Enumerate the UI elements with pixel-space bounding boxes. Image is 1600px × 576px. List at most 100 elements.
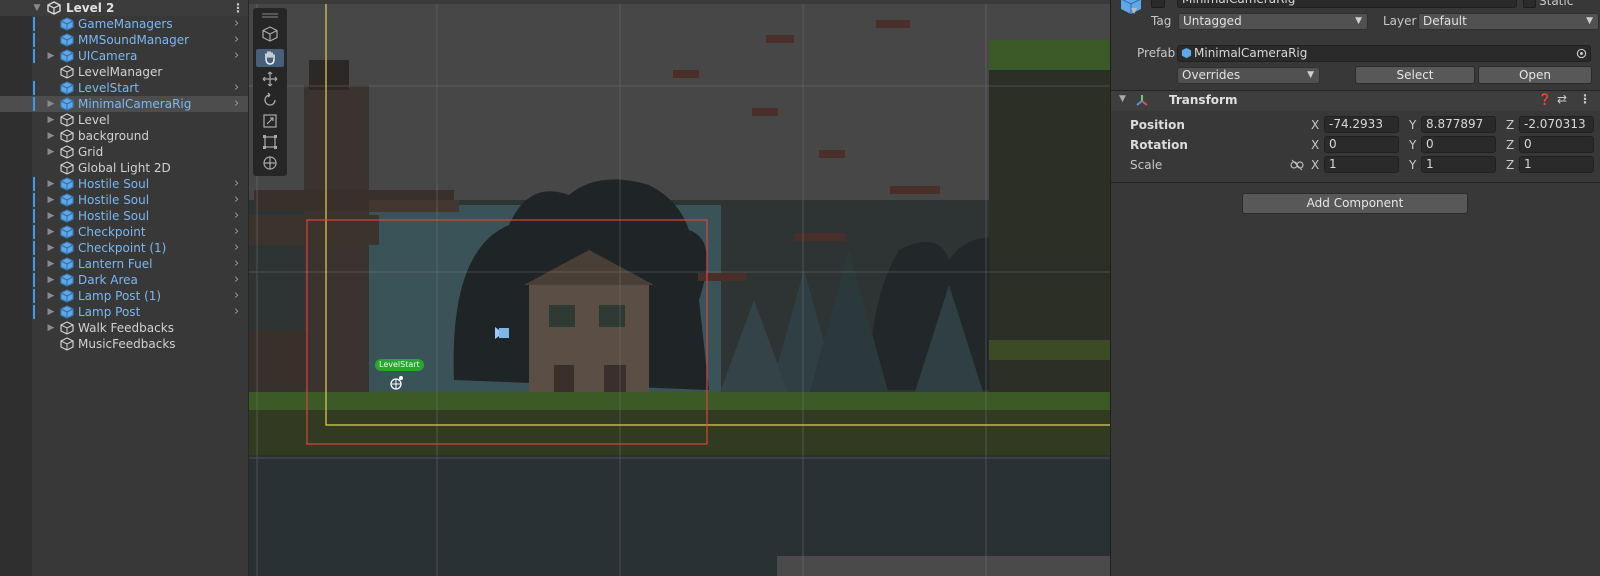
layer-dropdown[interactable]: Default ▼ (1418, 13, 1599, 30)
hierarchy-item[interactable]: ▶ Dark Area › (0, 272, 248, 288)
active-checkbox[interactable] (1151, 0, 1165, 8)
hierarchy-item[interactable]: MMSoundManager › (0, 32, 248, 48)
toolbar-grip-icon[interactable] (256, 12, 284, 20)
overrides-dropdown[interactable]: Overrides ▼ (1177, 67, 1320, 84)
rotation-y-label[interactable]: Y (1409, 138, 1416, 152)
open-prefab-chevron-icon[interactable]: › (234, 208, 246, 224)
scene-view[interactable]: LevelStart (249, 0, 1110, 576)
preset-icon[interactable]: ⇄ (1557, 92, 1567, 106)
rect-tool-icon[interactable] (256, 133, 284, 151)
transform-header[interactable]: ▼ Transform ❓ ⇄ ⋮ (1111, 91, 1600, 111)
open-prefab-chevron-icon[interactable]: › (234, 16, 246, 32)
select-prefab-button[interactable]: Select (1355, 66, 1475, 84)
help-icon[interactable]: ❓ (1538, 93, 1552, 106)
hierarchy-item[interactable]: ▶ Walk Feedbacks (0, 320, 248, 336)
position-y-label[interactable]: Y (1409, 118, 1416, 132)
scene-fold-arrow[interactable]: ▼ (32, 0, 42, 16)
scale-y-field[interactable]: 1 (1421, 156, 1496, 173)
hierarchy-item[interactable]: ▶ Hostile Soul › (0, 208, 248, 224)
scale-y-label[interactable]: Y (1409, 158, 1416, 172)
object-name-field[interactable]: MinimalCameraRig (1177, 0, 1517, 8)
hierarchy-item[interactable]: ▶ Lamp Post › (0, 304, 248, 320)
hierarchy-item[interactable]: ▶ Lantern Fuel › (0, 256, 248, 272)
scene-canvas[interactable] (249, 0, 1110, 576)
position-z-label[interactable]: Z (1506, 118, 1514, 132)
position-x-field[interactable]: -74.2933 (1324, 116, 1399, 133)
open-prefab-button[interactable]: Open (1478, 66, 1592, 84)
levelstart-gizmo-icon[interactable] (389, 375, 405, 391)
fold-arrow-icon[interactable]: ▶ (46, 304, 56, 320)
transform-fold-arrow[interactable]: ▼ (1119, 94, 1126, 104)
add-component-button[interactable]: Add Component (1242, 193, 1468, 214)
prefab-asset-field[interactable]: MinimalCameraRig (1177, 45, 1591, 62)
hierarchy-item[interactable]: ▶ background (0, 128, 248, 144)
constrain-proportions-link-icon[interactable] (1290, 159, 1304, 171)
fold-arrow-icon[interactable]: ▶ (46, 112, 56, 128)
hierarchy-item[interactable]: GameManagers › (0, 16, 248, 32)
view-tool-cube-icon[interactable] (256, 25, 284, 43)
fold-arrow-icon[interactable]: ▶ (46, 240, 56, 256)
object-picker-icon[interactable] (1576, 48, 1587, 59)
fold-arrow-icon[interactable]: ▶ (46, 224, 56, 240)
tag-dropdown[interactable]: Untagged ▼ (1178, 13, 1368, 30)
hierarchy-item[interactable]: ▶ MinimalCameraRig › (0, 96, 248, 112)
fold-arrow-icon[interactable]: ▶ (46, 288, 56, 304)
open-prefab-chevron-icon[interactable]: › (234, 32, 246, 48)
open-prefab-chevron-icon[interactable]: › (234, 304, 246, 320)
open-prefab-chevron-icon[interactable]: › (234, 96, 246, 112)
hierarchy-item[interactable]: ▶ UICamera › (0, 48, 248, 64)
static-checkbox[interactable] (1523, 0, 1536, 8)
hierarchy-item[interactable]: MusicFeedbacks (0, 336, 248, 352)
levelstart-gizmo-label[interactable]: LevelStart (375, 359, 424, 371)
open-prefab-chevron-icon[interactable]: › (234, 192, 246, 208)
open-prefab-chevron-icon[interactable]: › (234, 176, 246, 192)
open-prefab-chevron-icon[interactable]: › (234, 48, 246, 64)
hierarchy-item[interactable]: ▶ Hostile Soul › (0, 176, 248, 192)
transform-tool-icon[interactable] (256, 154, 284, 172)
scale-tool-icon[interactable] (256, 112, 284, 130)
open-prefab-chevron-icon[interactable]: › (234, 224, 246, 240)
open-prefab-chevron-icon[interactable]: › (234, 288, 246, 304)
move-tool-icon[interactable] (256, 70, 284, 88)
open-prefab-chevron-icon[interactable]: › (234, 240, 246, 256)
rotation-z-field[interactable]: 0 (1519, 136, 1594, 153)
position-x-label[interactable]: X (1311, 118, 1319, 132)
position-z-field[interactable]: -2.070313 (1519, 116, 1594, 133)
hierarchy-item[interactable]: ▶ Checkpoint › (0, 224, 248, 240)
fold-arrow-icon[interactable]: ▶ (46, 272, 56, 288)
hierarchy-item[interactable]: ▶ Checkpoint (1) › (0, 240, 248, 256)
icon-dropdown-arrow-icon[interactable]: ▼ (1131, 6, 1137, 15)
rotation-x-label[interactable]: X (1311, 138, 1319, 152)
fold-arrow-icon[interactable]: ▶ (46, 144, 56, 160)
open-prefab-chevron-icon[interactable]: › (234, 80, 246, 96)
fold-arrow-icon[interactable]: ▶ (46, 96, 56, 112)
hierarchy-item[interactable]: LevelStart › (0, 80, 248, 96)
open-prefab-chevron-icon[interactable]: › (234, 256, 246, 272)
hierarchy-item[interactable]: ▶ Hostile Soul › (0, 192, 248, 208)
rotate-tool-icon[interactable] (256, 91, 284, 109)
hierarchy-item[interactable]: LevelManager (0, 64, 248, 80)
scene-menu-icon[interactable]: ⋮ (232, 0, 244, 16)
hand-tool-icon[interactable] (256, 49, 284, 67)
scale-x-label[interactable]: X (1311, 158, 1319, 172)
scale-z-field[interactable]: 1 (1519, 156, 1594, 173)
scale-x-field[interactable]: 1 (1324, 156, 1399, 173)
component-menu-icon[interactable]: ⋮ (1579, 92, 1591, 106)
hierarchy-item[interactable]: ▶ Grid (0, 144, 248, 160)
hierarchy-item[interactable]: Global Light 2D (0, 160, 248, 176)
fold-arrow-icon[interactable]: ▶ (46, 176, 56, 192)
fold-arrow-icon[interactable]: ▶ (46, 256, 56, 272)
hierarchy-item[interactable]: ▶ Level (0, 112, 248, 128)
fold-arrow-icon[interactable]: ▶ (46, 192, 56, 208)
scale-z-label[interactable]: Z (1506, 158, 1514, 172)
fold-arrow-icon[interactable]: ▶ (46, 320, 56, 336)
rotation-y-field[interactable]: 0 (1421, 136, 1496, 153)
scene-row[interactable]: ▼ Level 2 ⋮ (0, 0, 248, 16)
fold-arrow-icon[interactable]: ▶ (46, 128, 56, 144)
hierarchy-item[interactable]: ▶ Lamp Post (1) › (0, 288, 248, 304)
fold-arrow-icon[interactable]: ▶ (46, 48, 56, 64)
fold-arrow-icon[interactable]: ▶ (46, 208, 56, 224)
open-prefab-chevron-icon[interactable]: › (234, 272, 246, 288)
rotation-z-label[interactable]: Z (1506, 138, 1514, 152)
rotation-x-field[interactable]: 0 (1324, 136, 1399, 153)
